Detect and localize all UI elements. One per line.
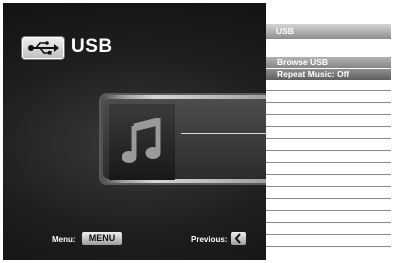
menu-row-divider — [266, 114, 391, 115]
menu-item-browse-usb[interactable]: Browse USB — [266, 57, 391, 68]
menu-row-divider — [266, 126, 391, 127]
menu-item-repeat-music[interactable]: Repeat Music: Off — [266, 69, 391, 80]
previous-label: Previous: — [191, 235, 228, 244]
menu-row-divider — [266, 102, 391, 103]
menu-row-divider — [266, 198, 391, 199]
menu-row-divider — [266, 150, 391, 151]
previous-button[interactable] — [231, 232, 246, 245]
music-note-icon — [122, 118, 161, 163]
menu-item-label: Browse USB — [277, 57, 329, 67]
chevron-left-icon — [234, 233, 241, 244]
side-menu-title: USB — [276, 26, 294, 36]
menu-row-divider — [266, 246, 391, 247]
menu-row-divider — [266, 138, 391, 139]
usb-logo — [22, 37, 64, 59]
menu-row-divider — [266, 234, 391, 235]
menu-row-divider — [266, 162, 391, 163]
menu-label: Menu: — [52, 235, 76, 244]
menu-row-divider — [266, 186, 391, 187]
usb-icon — [28, 41, 59, 55]
album-thumbnail — [109, 104, 175, 180]
side-menu-panel: USB Browse USB Repeat Music: Off — [266, 3, 391, 260]
menu-row-divider — [266, 174, 391, 175]
side-menu-header: USB — [266, 24, 391, 39]
menu-item-label: Repeat Music: Off — [277, 69, 350, 79]
menu-row-divider — [266, 210, 391, 211]
menu-row-divider — [266, 222, 391, 223]
menu-row-divider — [266, 90, 391, 91]
page-title: USB — [71, 36, 113, 57]
menu-key-button[interactable]: MENU — [82, 232, 122, 245]
